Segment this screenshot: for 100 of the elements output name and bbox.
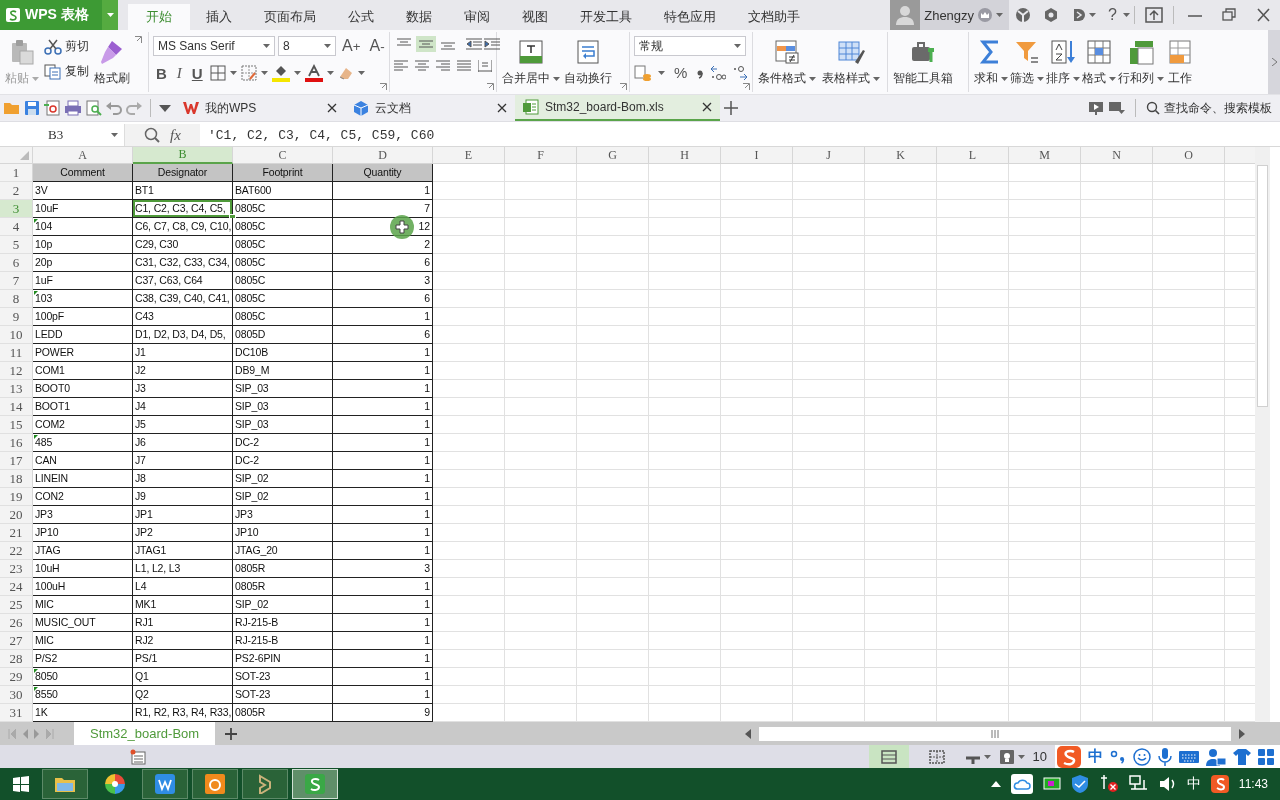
slideshow-icon[interactable] bbox=[1089, 101, 1103, 115]
row-header[interactable]: 18 bbox=[0, 470, 33, 488]
row-header[interactable]: 12 bbox=[0, 362, 33, 380]
row-header[interactable]: 30 bbox=[0, 686, 33, 704]
italic-button[interactable]: I bbox=[173, 64, 185, 82]
network-off-icon[interactable] bbox=[1098, 775, 1119, 793]
row-header[interactable]: 11 bbox=[0, 344, 33, 362]
horizontal-scrollbar[interactable] bbox=[745, 726, 1245, 741]
number-format-select[interactable]: 常规 bbox=[634, 36, 746, 56]
input-method-logo-icon[interactable] bbox=[1057, 745, 1081, 768]
outdent-icon[interactable] bbox=[466, 38, 482, 50]
menu-tab[interactable]: 页面布局 bbox=[248, 4, 332, 30]
sort-button[interactable]: 排序 bbox=[1045, 36, 1081, 89]
export-pdf-icon[interactable] bbox=[44, 100, 60, 116]
punctuation-icon[interactable] bbox=[1110, 749, 1126, 764]
row-header[interactable]: 22 bbox=[0, 542, 33, 560]
row-header[interactable]: 25 bbox=[0, 596, 33, 614]
row-header[interactable]: 4 bbox=[0, 218, 33, 236]
row-header[interactable]: 7 bbox=[0, 272, 33, 290]
document-tab-title[interactable]: 云文档 bbox=[375, 99, 491, 117]
taskbar-app[interactable] bbox=[242, 769, 288, 799]
document-tab[interactable]: 我的WPS bbox=[175, 95, 345, 121]
bold-button[interactable]: B bbox=[153, 64, 170, 82]
cloud-icon[interactable] bbox=[1010, 774, 1033, 794]
row-header[interactable]: 24 bbox=[0, 578, 33, 596]
row-header[interactable]: 2 bbox=[0, 182, 33, 200]
menu-tab[interactable]: 开发工具 bbox=[564, 4, 648, 30]
input-method-icon[interactable] bbox=[1210, 775, 1229, 793]
tray-menu-icon[interactable] bbox=[1109, 101, 1125, 115]
menu-tab[interactable]: 文档助手 bbox=[732, 4, 816, 30]
row-header[interactable]: 9 bbox=[0, 308, 33, 326]
column-header[interactable]: H bbox=[649, 147, 721, 164]
column-header[interactable]: G bbox=[577, 147, 649, 164]
row-header[interactable]: 31 bbox=[0, 704, 33, 722]
launcher-icon[interactable] bbox=[743, 83, 750, 90]
launcher-icon[interactable] bbox=[135, 36, 142, 43]
row-header[interactable]: 16 bbox=[0, 434, 33, 452]
menu-tab[interactable]: 插入 bbox=[190, 4, 248, 30]
row-header[interactable]: 20 bbox=[0, 506, 33, 524]
row-header[interactable]: 23 bbox=[0, 560, 33, 578]
zoom-level[interactable]: 10 bbox=[1032, 749, 1047, 764]
close-icon[interactable] bbox=[497, 103, 507, 113]
launcher-icon[interactable] bbox=[487, 83, 494, 90]
close-icon[interactable] bbox=[327, 103, 337, 113]
sheet-tab[interactable]: Stm32_board-Bom bbox=[74, 722, 216, 745]
row-header[interactable]: 6 bbox=[0, 254, 33, 272]
undo-icon[interactable] bbox=[106, 101, 122, 115]
row-header[interactable]: 13 bbox=[0, 380, 33, 398]
launcher-icon[interactable] bbox=[380, 83, 387, 90]
menu-tab[interactable]: 开始 bbox=[128, 4, 190, 30]
formula-field[interactable]: 'C1, C2, C3, C4, C5, C59, C60 bbox=[200, 127, 435, 143]
column-header[interactable]: I bbox=[721, 147, 793, 164]
sheet-list-icon[interactable] bbox=[130, 748, 146, 765]
help-button[interactable]: ? bbox=[1102, 6, 1123, 24]
font-color-icon[interactable] bbox=[304, 64, 323, 82]
monitor-icon[interactable] bbox=[1042, 776, 1061, 792]
document-tab[interactable]: Stm32_board-Bom.xls bbox=[515, 95, 720, 121]
chevron-up-icon[interactable] bbox=[990, 781, 1001, 787]
row-header[interactable]: 28 bbox=[0, 650, 33, 668]
indent-icon[interactable] bbox=[484, 38, 500, 50]
add-sheet-icon[interactable] bbox=[225, 727, 238, 740]
hexagon-icon[interactable] bbox=[1043, 7, 1060, 23]
language-indicator[interactable]: 中 bbox=[1186, 775, 1201, 793]
row-header[interactable]: 29 bbox=[0, 668, 33, 686]
borders-icon[interactable] bbox=[209, 65, 226, 81]
row-header[interactable]: 5 bbox=[0, 236, 33, 254]
table-style-button[interactable]: 表格样式 bbox=[821, 36, 881, 89]
column-header[interactable]: L bbox=[937, 147, 1009, 164]
row-header[interactable]: 19 bbox=[0, 488, 33, 506]
merge-center-button[interactable]: 合并居中 bbox=[501, 36, 561, 89]
underline-button[interactable]: U bbox=[188, 64, 206, 82]
row-header[interactable]: 1 bbox=[0, 164, 33, 182]
menu-tab[interactable]: 特色应用 bbox=[648, 4, 732, 30]
clock[interactable]: 11:43 bbox=[1238, 777, 1268, 791]
emoji-icon[interactable] bbox=[1133, 747, 1151, 766]
keyboard-icon[interactable] bbox=[1179, 749, 1199, 764]
font-name-select[interactable]: MS Sans Serif bbox=[153, 36, 275, 56]
toolbox-button[interactable]: 智能工具箱 bbox=[892, 36, 954, 89]
format-button[interactable]: 格式 bbox=[1081, 36, 1117, 89]
filter-button[interactable]: 筛选 bbox=[1009, 36, 1045, 89]
cut-button[interactable]: 剪切 bbox=[44, 38, 89, 55]
worksheet-button[interactable]: 工作 bbox=[1165, 36, 1195, 89]
distribute-icon[interactable] bbox=[478, 60, 492, 72]
decrease-decimal-icon[interactable] bbox=[732, 64, 749, 81]
row-header[interactable]: 10 bbox=[0, 326, 33, 344]
column-header[interactable]: J bbox=[793, 147, 865, 164]
microphone-icon[interactable] bbox=[1158, 747, 1172, 766]
caret-icon[interactable] bbox=[159, 104, 171, 112]
row-header[interactable]: 26 bbox=[0, 614, 33, 632]
column-header[interactable]: M bbox=[1009, 147, 1081, 164]
rows-columns-button[interactable]: 行和列 bbox=[1117, 36, 1165, 89]
copy-button[interactable]: 复制 bbox=[44, 63, 89, 80]
eye-protect-icon[interactable] bbox=[998, 749, 1015, 764]
document-tab-title[interactable]: 我的WPS bbox=[205, 99, 321, 117]
column-header[interactable]: O bbox=[1153, 147, 1225, 164]
menu-tab[interactable]: 公式 bbox=[332, 4, 390, 30]
normal-view-button[interactable] bbox=[868, 745, 909, 768]
shirt-icon[interactable] bbox=[1233, 748, 1251, 765]
column-header[interactable]: N bbox=[1081, 147, 1153, 164]
row-header[interactable]: 21 bbox=[0, 524, 33, 542]
